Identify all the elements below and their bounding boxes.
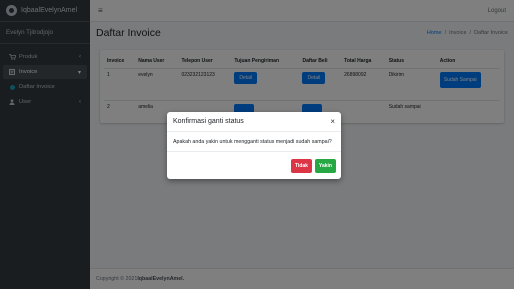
confirm-button[interactable]: Yakin [314, 158, 336, 173]
confirm-status-modal: Konfirmasi ganti status × Apakah anda ya… [167, 112, 341, 179]
modal-header: Konfirmasi ganti status × [167, 112, 341, 132]
modal-footer: Tidak Yakin [167, 152, 341, 179]
modal-body: Apakah anda yakin untuk mengganti status… [167, 132, 341, 152]
close-icon[interactable]: × [330, 117, 335, 126]
cancel-button[interactable]: Tidak [290, 158, 312, 173]
modal-message: Apakah anda yakin untuk mengganti status… [173, 138, 332, 145]
modal-title: Konfirmasi ganti status [173, 118, 244, 125]
